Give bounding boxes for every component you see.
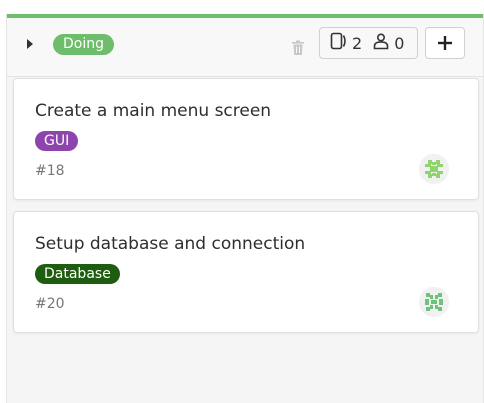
issue-label[interactable]: GUI	[35, 131, 79, 151]
add-issue-button[interactable]	[425, 27, 465, 59]
issue-count-value: 2	[352, 33, 363, 53]
issue-title[interactable]: Setup database and connection	[35, 234, 305, 254]
issue-title[interactable]: Create a main menu screen	[35, 101, 271, 121]
avatar[interactable]	[419, 154, 449, 184]
list-header: Doing 2 0	[7, 18, 483, 77]
issue-card[interactable]: Create a main menu screen GUI #18	[13, 78, 479, 200]
issue-card[interactable]: Setup database and connection Database #…	[13, 211, 479, 333]
person-icon	[372, 31, 390, 55]
issue-label[interactable]: Database	[35, 264, 120, 284]
issue-number: #20	[35, 296, 65, 312]
caret-right-icon[interactable]	[27, 39, 33, 49]
trash-icon[interactable]	[291, 40, 305, 56]
assignee-count: 0	[372, 31, 404, 55]
issue-number: #18	[35, 163, 65, 179]
list-title-badge: Doing	[53, 34, 114, 55]
plus-icon	[438, 36, 452, 50]
assignee-count-value: 0	[394, 33, 405, 53]
board-list-doing: Doing 2 0 Create a main menu screen GUI …	[6, 14, 484, 403]
issues-icon	[330, 31, 348, 55]
list-counts: 2 0	[319, 27, 418, 59]
avatar[interactable]	[419, 287, 449, 317]
issue-count: 2	[330, 31, 362, 55]
